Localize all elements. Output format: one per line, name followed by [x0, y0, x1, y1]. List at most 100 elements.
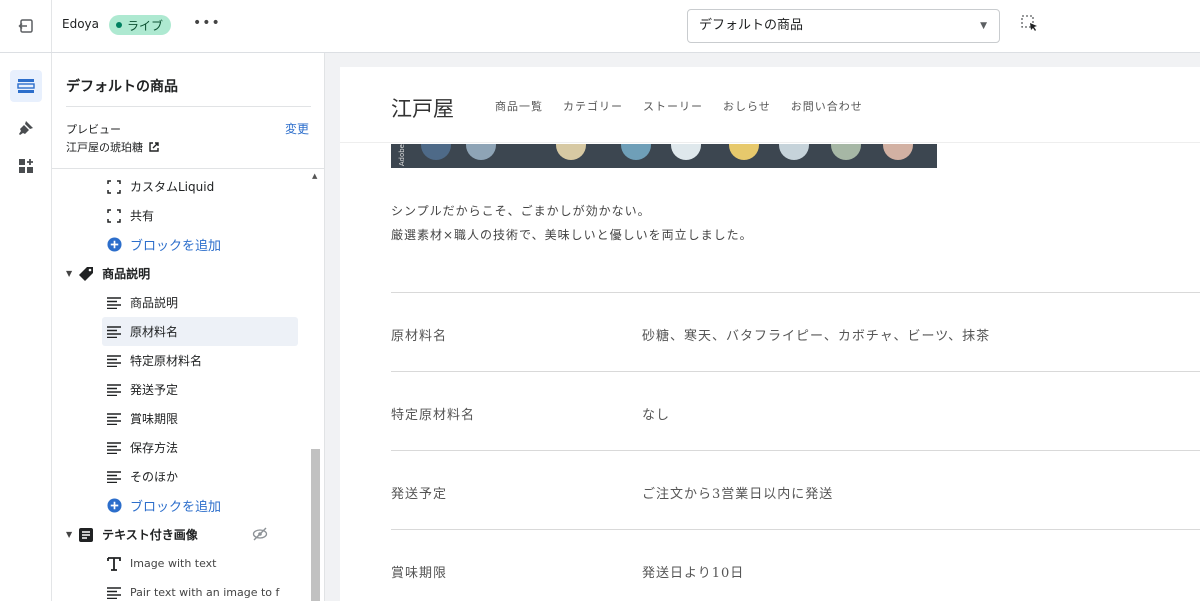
tree-item-label: 原材料名 [130, 325, 179, 339]
image-dot [729, 144, 759, 160]
nav-link[interactable]: カテゴリー [563, 98, 623, 114]
tree-item-product-description[interactable]: 商品説明 [52, 288, 310, 317]
image-dot [671, 144, 701, 160]
brush-icon [19, 121, 33, 135]
tree-item-other[interactable]: そのほか [52, 462, 310, 491]
tree-item-label: 共有 [130, 209, 155, 223]
description-line: シンプルだからこそ、ごまかしが効かない。 [391, 204, 651, 218]
table-key: 特定原材料名 [391, 408, 476, 423]
tree-section-label: テキスト付き画像 [102, 528, 198, 542]
table-value: なし [642, 408, 671, 423]
change-preview-link[interactable]: 変更 [285, 120, 309, 137]
preview-label: プレビュー [66, 123, 121, 136]
tree-item-allergens[interactable]: 特定原材料名 [52, 346, 310, 375]
select-cursor-icon [1021, 15, 1037, 31]
nav-link[interactable]: ストーリー [643, 98, 703, 114]
collapse-triangle-icon[interactable]: ▼ [66, 530, 72, 539]
store-preview: 江戸屋 商品一覧 カテゴリー ストーリー おしらせ お問い合わせ Adobe シ… [340, 67, 1200, 601]
section-tree: カスタムLiquid 共有 ブロックを追加 ▼ 商品説明 商品説明 原材料名 特… [52, 172, 310, 601]
table-key: 賞味期限 [391, 566, 448, 581]
preview-value: 江戸屋の琥珀糖 [66, 139, 159, 155]
tree-item-label: 賞味期限 [130, 412, 179, 426]
add-block-label: ブロックを追加 [130, 500, 222, 515]
description-line: 厳選素材×職人の技術で、美味しいと優しいを両立しました。 [391, 228, 753, 242]
tree-item-best-before[interactable]: 賞味期限 [52, 404, 310, 433]
tree-section-image-with-text[interactable]: ▼ テキスト付き画像 [52, 520, 310, 549]
scroll-up-arrow-icon[interactable]: ▲ [312, 172, 317, 180]
tree-section-product-description[interactable]: ▼ 商品説明 [52, 259, 310, 288]
plus-circle-icon [106, 237, 122, 253]
tree-item-label: 商品説明 [130, 296, 179, 310]
tree-item-ingredients[interactable]: 原材料名 [102, 317, 298, 346]
tree-item-label: Image with text [130, 557, 217, 570]
divider [66, 106, 311, 107]
image-dot [421, 144, 451, 160]
inspector-button[interactable] [1020, 14, 1044, 38]
external-link-icon[interactable] [149, 142, 159, 152]
page-title: デフォルトの商品 [66, 79, 178, 95]
table-value: ご注文から3営業日以内に発送 [642, 487, 834, 502]
tree-item-custom-liquid[interactable]: カスタムLiquid [52, 172, 310, 201]
image-dot [621, 144, 651, 160]
template-select[interactable]: デフォルトの商品 ▼ [687, 9, 1000, 43]
tree-item-pair-text[interactable]: Pair text with an image to f [52, 578, 310, 601]
text-lines-icon [106, 295, 122, 311]
tree-item-shared[interactable]: 共有 [52, 201, 310, 230]
image-watermark: Adobe [398, 144, 406, 167]
product-image: Adobe [391, 144, 937, 168]
tree-item-image-with-text[interactable]: Image with text [52, 549, 310, 578]
table-row: 発送予定 ご注文から3営業日以内に発送 [391, 450, 1200, 529]
add-block-label: ブロックを追加 [130, 239, 222, 254]
nav-link[interactable]: 商品一覧 [495, 98, 543, 114]
tree-item-label: 特定原材料名 [130, 354, 203, 368]
collapse-triangle-icon[interactable]: ▼ [66, 269, 72, 278]
table-value: 発送日より10日 [642, 566, 745, 581]
table-row: 特定原材料名 なし [391, 371, 1200, 450]
sidebar: デフォルトの商品 プレビュー 江戸屋の琥珀糖 変更 カスタムLiquid 共有 … [52, 53, 325, 601]
tree-item-label: カスタムLiquid [130, 180, 215, 194]
sections-button[interactable] [10, 70, 42, 102]
scroll-thumb[interactable] [311, 449, 320, 601]
top-bar: Edoya ライブ ••• デフォルトの商品 ▼ [0, 0, 1200, 53]
app-embeds-button[interactable] [10, 150, 42, 182]
chevron-down-icon: ▼ [980, 21, 987, 31]
tree-item-label: Pair text with an image to f [130, 586, 280, 599]
add-block-button[interactable]: ブロックを追加 [52, 230, 310, 259]
text-lines-icon [106, 324, 122, 340]
bracket-icon [106, 179, 122, 195]
text-lines-icon [106, 585, 122, 601]
tree-item-shipping[interactable]: 発送予定 [52, 375, 310, 404]
image-dot [556, 144, 586, 160]
status-badge-label: ライブ [127, 18, 164, 33]
preview-product-name: 江戸屋の琥珀糖 [66, 141, 143, 154]
store-name: Edoya [62, 17, 99, 31]
text-lines-icon [106, 353, 122, 369]
shop-logo[interactable]: 江戸屋 [391, 93, 454, 123]
divider [52, 168, 324, 169]
sidebar-scrollbar[interactable]: ▲ [310, 172, 322, 601]
text-t-icon [106, 556, 122, 572]
add-block-button[interactable]: ブロックを追加 [52, 491, 310, 520]
apps-icon [19, 159, 33, 173]
shop-header: 江戸屋 商品一覧 カテゴリー ストーリー おしらせ お問い合わせ [340, 67, 1200, 143]
nav-link[interactable]: おしらせ [723, 98, 771, 114]
exit-icon [17, 19, 33, 33]
theme-settings-button[interactable] [10, 112, 42, 144]
text-lines-icon [106, 440, 122, 456]
tree-item-storage[interactable]: 保存方法 [52, 433, 310, 462]
product-description: シンプルだからこそ、ごまかしが効かない。 厳選素材×職人の技術で、美味しいと優し… [391, 199, 753, 247]
sections-icon [17, 79, 35, 93]
more-actions-button[interactable]: ••• [193, 12, 220, 36]
image-dot [779, 144, 809, 160]
text-image-icon [78, 527, 94, 543]
table-key: 原材料名 [391, 329, 448, 344]
product-spec-table: 原材料名 砂糖、寒天、バタフライピー、カボチャ、ビーツ、抹茶 特定原材料名 なし… [391, 292, 1200, 601]
text-lines-icon [106, 469, 122, 485]
nav-link[interactable]: お問い合わせ [791, 98, 863, 114]
tree-item-label: 発送予定 [130, 383, 179, 397]
exit-button[interactable] [0, 0, 52, 52]
table-row: 賞味期限 発送日より10日 [391, 529, 1200, 601]
plus-circle-icon [106, 498, 122, 514]
eye-off-icon[interactable] [252, 527, 268, 544]
table-key: 発送予定 [391, 487, 448, 502]
